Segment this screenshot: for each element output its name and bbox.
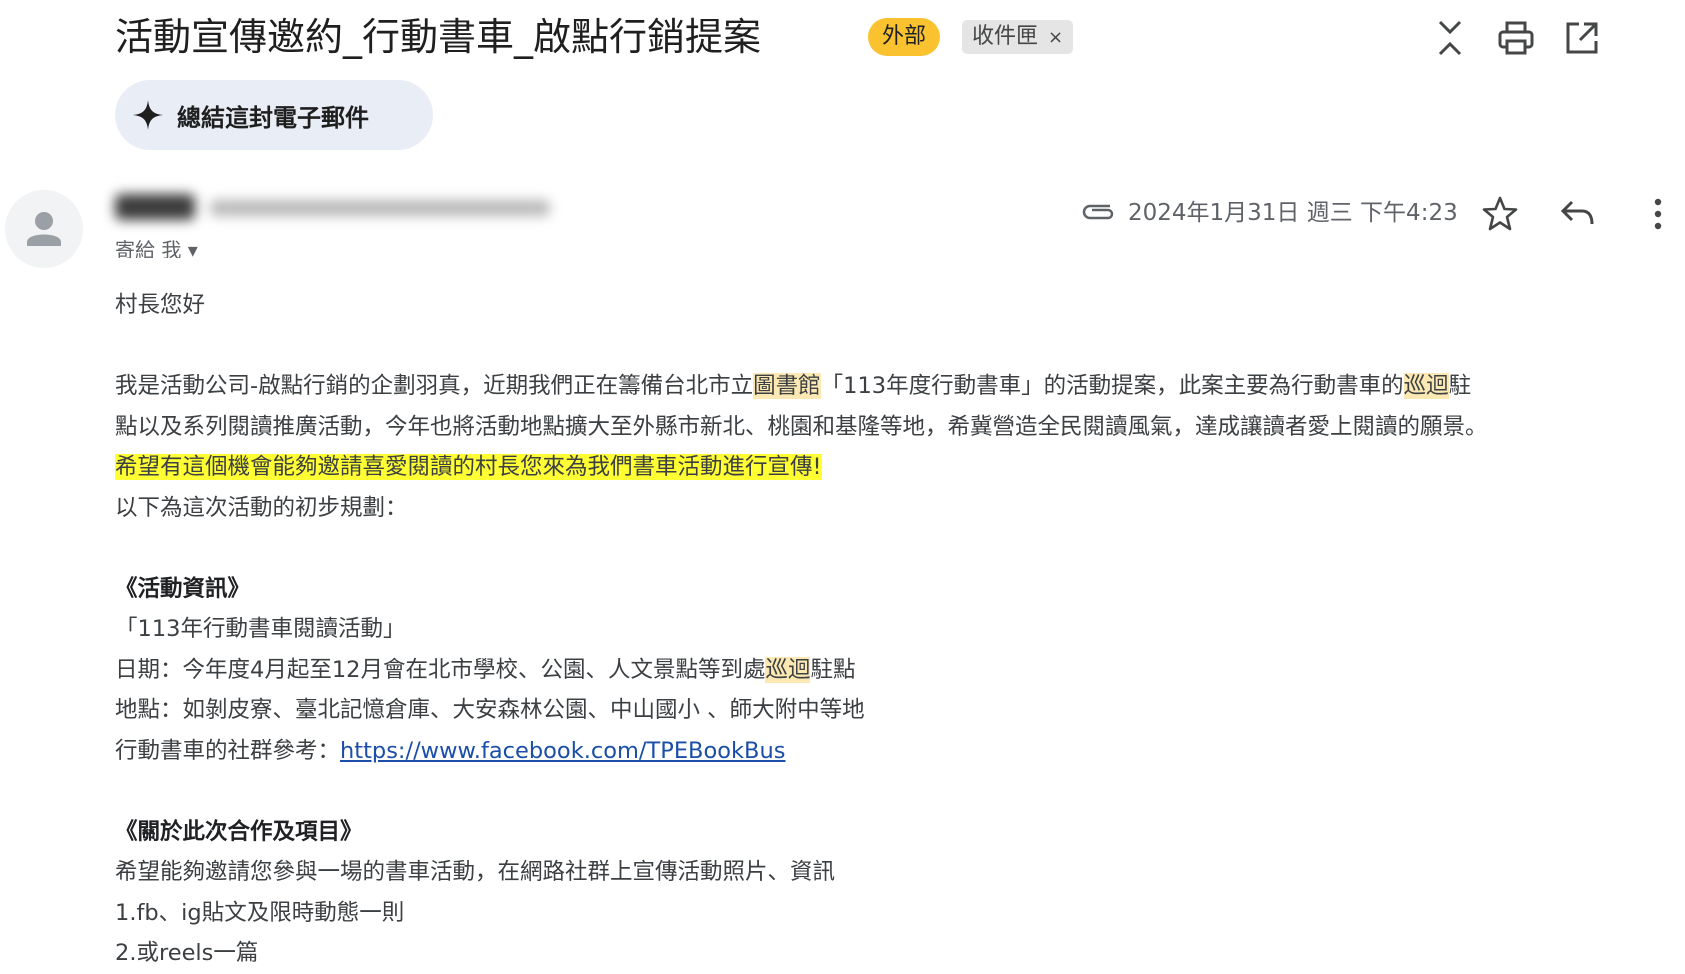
- collapse-icon[interactable]: [1430, 18, 1470, 58]
- greeting: 村長您好: [115, 292, 206, 318]
- inbox-label-chip[interactable]: 收件匣 ×: [962, 20, 1074, 54]
- reply-icon[interactable]: [1558, 194, 1598, 234]
- remove-label-icon[interactable]: ×: [1048, 27, 1063, 48]
- search-highlight: 圖書館: [753, 373, 821, 399]
- search-highlight: 巡迴: [765, 656, 811, 683]
- yellow-highlight: 希望有這個機會能夠邀請喜愛閱讀的村長您來為我們書車活動進行宣傳!: [115, 454, 822, 480]
- print-icon[interactable]: [1496, 18, 1536, 58]
- sender-avatar[interactable]: [5, 190, 83, 268]
- section-title-event-info: 《活動資訊》: [115, 575, 251, 602]
- summarize-button-label: 總結這封電子郵件: [177, 103, 369, 132]
- body-paragraph-1: 我是活動公司-啟點行銷的企劃羽真，近期我們正在籌備台北市立圖書館「113年度行動…: [115, 373, 1472, 399]
- avatar-person-icon: [27, 212, 61, 246]
- sparkle-icon: [133, 100, 163, 130]
- open-in-new-icon[interactable]: [1562, 18, 1602, 58]
- external-badge: 外部: [868, 18, 941, 56]
- email-subject: 活動宣傳邀約_行動書車_啟點行銷提案: [115, 15, 762, 59]
- summarize-email-button[interactable]: 總結這封電子郵件: [115, 80, 433, 150]
- email-body: 村長您好 我是活動公司-啟點行銷的企劃羽真，近期我們正在籌備台北市立圖書館「11…: [115, 285, 1675, 974]
- body-paragraph-1-cont: 點以及系列閱讀推廣活動，今年也將活動地點擴大至外縣市新北、桃園和基隆等地，希冀營…: [115, 413, 1488, 440]
- section-title-cooperation: 《關於此次合作及項目》: [115, 818, 363, 845]
- event-location: 地點：如剝皮寮、臺北記憶倉庫、大安森林公園、中山國小 、師大附中等地: [115, 697, 865, 723]
- sender-info-redacted[interactable]: [115, 192, 565, 222]
- list-item: 2.或reels一篇: [115, 940, 259, 966]
- cooperation-text: 希望能夠邀請您參與一場的書車活動，在網路社群上宣傳活動照片、資訊: [115, 859, 836, 885]
- attachment-icon: [1082, 204, 1114, 220]
- recipient-details-toggle[interactable]: 寄給 我 ▾: [115, 236, 198, 258]
- list-item: 1.fb、ig貼文及限時動態一則: [115, 899, 405, 926]
- search-highlight: 巡迴: [1403, 373, 1449, 399]
- body-paragraph-3: 以下為這次活動的初步規劃：: [115, 494, 408, 521]
- email-date: 2024年1月31日 週三 下午4:23: [1128, 200, 1458, 226]
- event-date: 日期：今年度4月起至12月會在北市學校、公園、人文景點等到處巡迴駐點: [115, 656, 856, 683]
- body-paragraph-2: 希望有這個機會能夠邀請喜愛閱讀的村長您來為我們書車活動進行宣傳!: [115, 447, 1675, 488]
- inbox-label-text: 收件匣: [972, 24, 1039, 49]
- social-reference: 行動書車的社群參考：https://www.facebook.com/TPEBo…: [115, 737, 786, 764]
- facebook-link[interactable]: https://www.facebook.com/TPEBookBus: [340, 738, 785, 764]
- more-vert-icon[interactable]: [1638, 194, 1678, 234]
- email-meta: 2024年1月31日 週三 下午4:23: [1080, 193, 1458, 227]
- star-icon[interactable]: [1480, 194, 1520, 234]
- event-name: 「113年行動書車閱讀活動」: [115, 616, 406, 642]
